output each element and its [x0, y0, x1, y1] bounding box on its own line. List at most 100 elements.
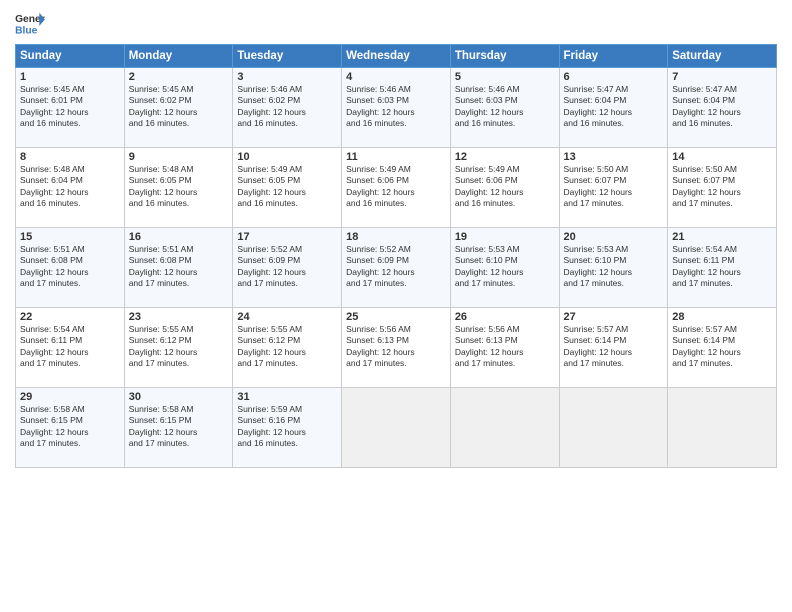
- day-number: 3: [237, 71, 337, 83]
- week-row-3: 15Sunrise: 5:51 AM Sunset: 6:08 PM Dayli…: [16, 228, 777, 308]
- header-row: SundayMondayTuesdayWednesdayThursdayFrid…: [16, 45, 777, 68]
- cell-daylight-info: Sunrise: 5:49 AM Sunset: 6:05 PM Dayligh…: [237, 164, 337, 210]
- calendar-cell: 29Sunrise: 5:58 AM Sunset: 6:15 PM Dayli…: [16, 388, 125, 468]
- cell-daylight-info: Sunrise: 5:52 AM Sunset: 6:09 PM Dayligh…: [346, 244, 446, 290]
- calendar-cell: 26Sunrise: 5:56 AM Sunset: 6:13 PM Dayli…: [450, 308, 559, 388]
- calendar-header: SundayMondayTuesdayWednesdayThursdayFrid…: [16, 45, 777, 68]
- calendar-cell: 19Sunrise: 5:53 AM Sunset: 6:10 PM Dayli…: [450, 228, 559, 308]
- cell-daylight-info: Sunrise: 5:54 AM Sunset: 6:11 PM Dayligh…: [672, 244, 772, 290]
- calendar-cell: 4Sunrise: 5:46 AM Sunset: 6:03 PM Daylig…: [342, 68, 451, 148]
- day-number: 30: [129, 391, 229, 403]
- calendar-cell: 11Sunrise: 5:49 AM Sunset: 6:06 PM Dayli…: [342, 148, 451, 228]
- day-number: 12: [455, 151, 555, 163]
- cell-daylight-info: Sunrise: 5:56 AM Sunset: 6:13 PM Dayligh…: [346, 324, 446, 370]
- cell-daylight-info: Sunrise: 5:51 AM Sunset: 6:08 PM Dayligh…: [129, 244, 229, 290]
- calendar-cell: 7Sunrise: 5:47 AM Sunset: 6:04 PM Daylig…: [668, 68, 777, 148]
- calendar-cell: [342, 388, 451, 468]
- cell-daylight-info: Sunrise: 5:53 AM Sunset: 6:10 PM Dayligh…: [564, 244, 664, 290]
- header-cell-tuesday: Tuesday: [233, 45, 342, 68]
- cell-daylight-info: Sunrise: 5:46 AM Sunset: 6:02 PM Dayligh…: [237, 84, 337, 130]
- day-number: 17: [237, 231, 337, 243]
- day-number: 21: [672, 231, 772, 243]
- day-number: 7: [672, 71, 772, 83]
- header-cell-sunday: Sunday: [16, 45, 125, 68]
- calendar-cell: 14Sunrise: 5:50 AM Sunset: 6:07 PM Dayli…: [668, 148, 777, 228]
- calendar-cell: 25Sunrise: 5:56 AM Sunset: 6:13 PM Dayli…: [342, 308, 451, 388]
- header-cell-saturday: Saturday: [668, 45, 777, 68]
- day-number: 26: [455, 311, 555, 323]
- calendar-cell: 2Sunrise: 5:45 AM Sunset: 6:02 PM Daylig…: [124, 68, 233, 148]
- cell-daylight-info: Sunrise: 5:59 AM Sunset: 6:16 PM Dayligh…: [237, 404, 337, 450]
- calendar-cell: 17Sunrise: 5:52 AM Sunset: 6:09 PM Dayli…: [233, 228, 342, 308]
- week-row-4: 22Sunrise: 5:54 AM Sunset: 6:11 PM Dayli…: [16, 308, 777, 388]
- cell-daylight-info: Sunrise: 5:54 AM Sunset: 6:11 PM Dayligh…: [20, 324, 120, 370]
- calendar-cell: 15Sunrise: 5:51 AM Sunset: 6:08 PM Dayli…: [16, 228, 125, 308]
- cell-daylight-info: Sunrise: 5:48 AM Sunset: 6:05 PM Dayligh…: [129, 164, 229, 210]
- day-number: 24: [237, 311, 337, 323]
- cell-daylight-info: Sunrise: 5:46 AM Sunset: 6:03 PM Dayligh…: [455, 84, 555, 130]
- calendar-cell: [668, 388, 777, 468]
- calendar-cell: 6Sunrise: 5:47 AM Sunset: 6:04 PM Daylig…: [559, 68, 668, 148]
- day-number: 28: [672, 311, 772, 323]
- cell-daylight-info: Sunrise: 5:55 AM Sunset: 6:12 PM Dayligh…: [129, 324, 229, 370]
- cell-daylight-info: Sunrise: 5:52 AM Sunset: 6:09 PM Dayligh…: [237, 244, 337, 290]
- cell-daylight-info: Sunrise: 5:53 AM Sunset: 6:10 PM Dayligh…: [455, 244, 555, 290]
- cell-daylight-info: Sunrise: 5:58 AM Sunset: 6:15 PM Dayligh…: [20, 404, 120, 450]
- day-number: 14: [672, 151, 772, 163]
- day-number: 29: [20, 391, 120, 403]
- cell-daylight-info: Sunrise: 5:58 AM Sunset: 6:15 PM Dayligh…: [129, 404, 229, 450]
- cell-daylight-info: Sunrise: 5:56 AM Sunset: 6:13 PM Dayligh…: [455, 324, 555, 370]
- cell-daylight-info: Sunrise: 5:48 AM Sunset: 6:04 PM Dayligh…: [20, 164, 120, 210]
- calendar-cell: 8Sunrise: 5:48 AM Sunset: 6:04 PM Daylig…: [16, 148, 125, 228]
- week-row-5: 29Sunrise: 5:58 AM Sunset: 6:15 PM Dayli…: [16, 388, 777, 468]
- logo: General Blue: [15, 10, 45, 38]
- logo-icon: General Blue: [15, 10, 45, 38]
- calendar-cell: [450, 388, 559, 468]
- calendar-cell: 24Sunrise: 5:55 AM Sunset: 6:12 PM Dayli…: [233, 308, 342, 388]
- week-row-1: 1Sunrise: 5:45 AM Sunset: 6:01 PM Daylig…: [16, 68, 777, 148]
- day-number: 5: [455, 71, 555, 83]
- day-number: 16: [129, 231, 229, 243]
- day-number: 19: [455, 231, 555, 243]
- header-cell-wednesday: Wednesday: [342, 45, 451, 68]
- day-number: 27: [564, 311, 664, 323]
- cell-daylight-info: Sunrise: 5:47 AM Sunset: 6:04 PM Dayligh…: [672, 84, 772, 130]
- header-cell-friday: Friday: [559, 45, 668, 68]
- day-number: 2: [129, 71, 229, 83]
- day-number: 22: [20, 311, 120, 323]
- cell-daylight-info: Sunrise: 5:45 AM Sunset: 6:01 PM Dayligh…: [20, 84, 120, 130]
- cell-daylight-info: Sunrise: 5:57 AM Sunset: 6:14 PM Dayligh…: [672, 324, 772, 370]
- day-number: 25: [346, 311, 446, 323]
- calendar-body: 1Sunrise: 5:45 AM Sunset: 6:01 PM Daylig…: [16, 68, 777, 468]
- cell-daylight-info: Sunrise: 5:55 AM Sunset: 6:12 PM Dayligh…: [237, 324, 337, 370]
- header: General Blue: [15, 10, 777, 38]
- cell-daylight-info: Sunrise: 5:50 AM Sunset: 6:07 PM Dayligh…: [672, 164, 772, 210]
- day-number: 9: [129, 151, 229, 163]
- cell-daylight-info: Sunrise: 5:49 AM Sunset: 6:06 PM Dayligh…: [346, 164, 446, 210]
- calendar-cell: 16Sunrise: 5:51 AM Sunset: 6:08 PM Dayli…: [124, 228, 233, 308]
- calendar-cell: 9Sunrise: 5:48 AM Sunset: 6:05 PM Daylig…: [124, 148, 233, 228]
- day-number: 18: [346, 231, 446, 243]
- cell-daylight-info: Sunrise: 5:51 AM Sunset: 6:08 PM Dayligh…: [20, 244, 120, 290]
- calendar-cell: 31Sunrise: 5:59 AM Sunset: 6:16 PM Dayli…: [233, 388, 342, 468]
- calendar-cell: 13Sunrise: 5:50 AM Sunset: 6:07 PM Dayli…: [559, 148, 668, 228]
- cell-daylight-info: Sunrise: 5:45 AM Sunset: 6:02 PM Dayligh…: [129, 84, 229, 130]
- svg-text:Blue: Blue: [15, 25, 38, 36]
- calendar-cell: [559, 388, 668, 468]
- calendar-cell: 10Sunrise: 5:49 AM Sunset: 6:05 PM Dayli…: [233, 148, 342, 228]
- day-number: 6: [564, 71, 664, 83]
- calendar-cell: 23Sunrise: 5:55 AM Sunset: 6:12 PM Dayli…: [124, 308, 233, 388]
- week-row-2: 8Sunrise: 5:48 AM Sunset: 6:04 PM Daylig…: [16, 148, 777, 228]
- calendar-cell: 21Sunrise: 5:54 AM Sunset: 6:11 PM Dayli…: [668, 228, 777, 308]
- calendar-cell: 12Sunrise: 5:49 AM Sunset: 6:06 PM Dayli…: [450, 148, 559, 228]
- cell-daylight-info: Sunrise: 5:46 AM Sunset: 6:03 PM Dayligh…: [346, 84, 446, 130]
- day-number: 13: [564, 151, 664, 163]
- day-number: 4: [346, 71, 446, 83]
- calendar-cell: 28Sunrise: 5:57 AM Sunset: 6:14 PM Dayli…: [668, 308, 777, 388]
- header-cell-thursday: Thursday: [450, 45, 559, 68]
- calendar-cell: 1Sunrise: 5:45 AM Sunset: 6:01 PM Daylig…: [16, 68, 125, 148]
- day-number: 1: [20, 71, 120, 83]
- header-cell-monday: Monday: [124, 45, 233, 68]
- calendar-cell: 30Sunrise: 5:58 AM Sunset: 6:15 PM Dayli…: [124, 388, 233, 468]
- day-number: 23: [129, 311, 229, 323]
